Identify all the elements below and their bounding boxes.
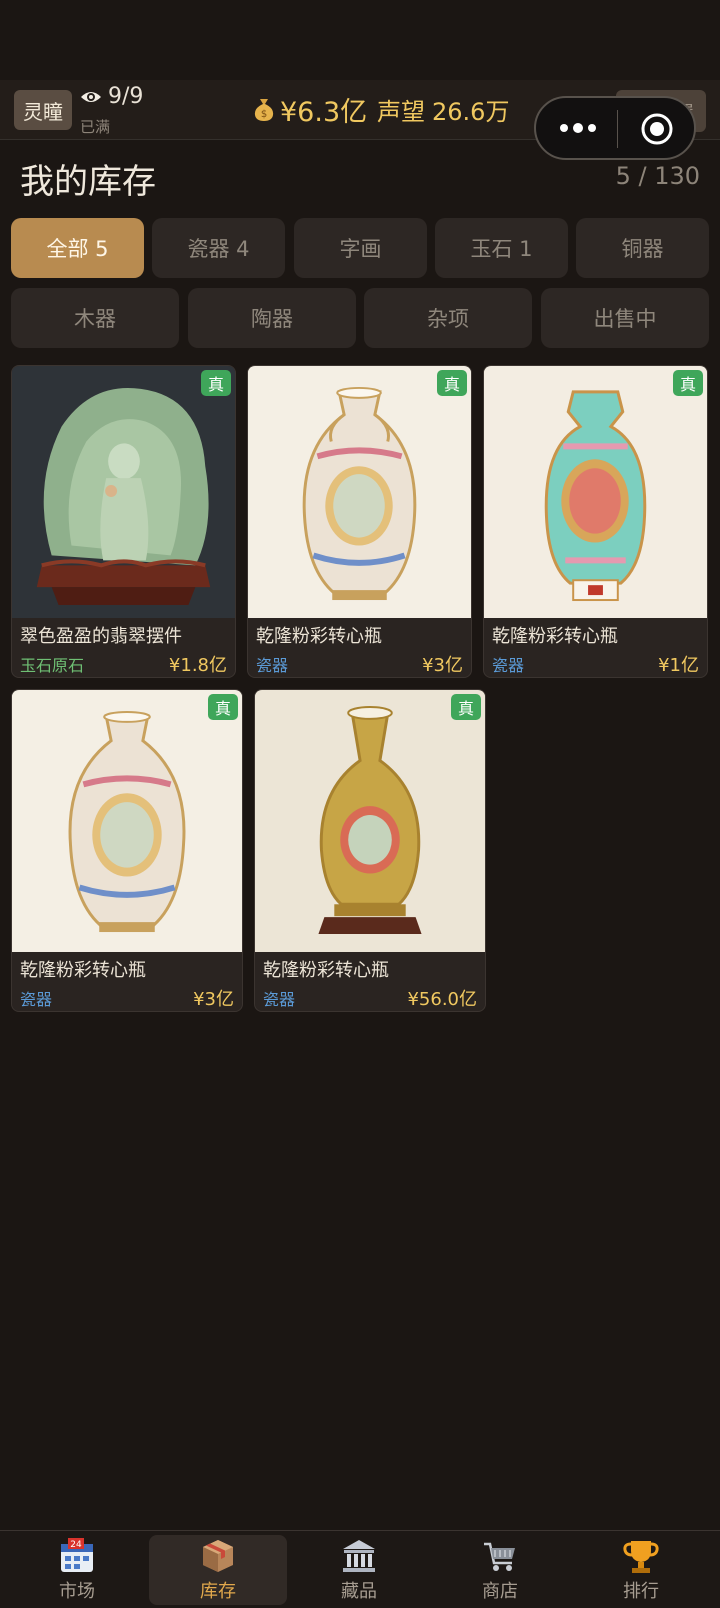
item-card[interactable]: 真 乾隆粉彩转心瓶 瓷器 ¥3亿 xyxy=(247,365,472,678)
reputation-value: 26.6万 xyxy=(432,98,510,126)
item-price: ¥3亿 xyxy=(422,655,463,676)
eye-count: 9/9 xyxy=(108,84,144,109)
filter-pottery[interactable]: 陶器 xyxy=(188,288,356,348)
item-card[interactable]: 真 乾隆粉彩转心瓶 瓷器 ¥1亿 xyxy=(483,365,708,678)
eye-status: 已满 xyxy=(80,118,111,136)
nav-inventory[interactable]: 库存 xyxy=(149,1535,287,1605)
nav-shop[interactable]: 商店 xyxy=(431,1535,569,1605)
item-category: 瓷器 xyxy=(20,990,53,1009)
capsule-divider xyxy=(617,110,618,148)
item-name: 乾隆粉彩转心瓶 xyxy=(256,626,382,647)
vase-image xyxy=(12,690,242,952)
item-price: ¥3亿 xyxy=(193,989,234,1010)
bottom-nav: 24 市场 库存 藏品 商店 排行 xyxy=(0,1530,720,1608)
authentic-badge: 真 xyxy=(451,694,481,720)
museum-icon xyxy=(343,1540,375,1572)
filter-misc[interactable]: 杂项 xyxy=(364,288,532,348)
authentic-badge: 真 xyxy=(673,370,703,396)
inventory-count: 5 / 130 xyxy=(615,162,700,190)
nav-shop-label: 商店 xyxy=(482,1581,518,1602)
page-title: 我的库存 xyxy=(20,162,156,202)
eye-skill-button[interactable]: 灵瞳 xyxy=(14,90,72,130)
item-name: 乾隆粉彩转心瓶 xyxy=(20,960,146,981)
item-name: 乾隆粉彩转心瓶 xyxy=(492,626,618,647)
filter-jade[interactable]: 玉石 1 xyxy=(435,218,568,278)
item-card[interactable]: 真 乾隆粉彩转心瓶 瓷器 ¥3亿 xyxy=(11,689,243,1012)
authentic-badge: 真 xyxy=(201,370,231,396)
item-category: 瓷器 xyxy=(256,656,289,675)
nav-inventory-label: 库存 xyxy=(200,1581,236,1602)
authentic-badge: 真 xyxy=(437,370,467,396)
item-name: 翠色盈盈的翡翠摆件 xyxy=(20,626,182,647)
close-target-icon[interactable] xyxy=(640,112,674,146)
trophy-icon xyxy=(623,1541,659,1573)
eye-icon xyxy=(81,92,101,102)
filter-wood[interactable]: 木器 xyxy=(11,288,179,348)
nav-market[interactable]: 24 市场 xyxy=(8,1535,146,1605)
status-bar-space xyxy=(0,0,720,80)
reputation-label: 声望 xyxy=(377,98,425,126)
miniprogram-capsule xyxy=(534,96,696,160)
item-card[interactable]: 真 翠色盈盈的翡翠摆件 玉石原石 ¥1.8亿 xyxy=(11,365,236,678)
money-bag-icon: $ xyxy=(254,99,274,121)
item-price: ¥1.8亿 xyxy=(168,655,227,676)
calendar-market-icon: 24 xyxy=(61,1538,93,1572)
nav-ranking[interactable]: 排行 xyxy=(572,1535,710,1605)
money-balance: ¥6.3亿 xyxy=(280,97,368,128)
nav-ranking-label: 排行 xyxy=(623,1581,659,1602)
vase-image xyxy=(248,366,471,618)
filter-all[interactable]: 全部 5 xyxy=(11,218,144,278)
item-name: 乾隆粉彩转心瓶 xyxy=(263,960,389,981)
filter-on-sale[interactable]: 出售中 xyxy=(541,288,709,348)
nav-collection[interactable]: 藏品 xyxy=(290,1535,428,1605)
jade-carving-image xyxy=(12,366,235,618)
item-price: ¥1亿 xyxy=(658,655,699,676)
nav-market-label: 市场 xyxy=(59,1581,95,1602)
item-category: 玉石原石 xyxy=(20,656,85,675)
vase-image xyxy=(255,690,485,952)
filter-bronze[interactable]: 铜器 xyxy=(576,218,709,278)
item-category: 瓷器 xyxy=(263,990,296,1009)
more-dots-icon[interactable] xyxy=(558,120,598,136)
calendar-day: 24 xyxy=(70,1540,82,1550)
filter-porcelain[interactable]: 瓷器 4 xyxy=(152,218,285,278)
item-price: ¥56.0亿 xyxy=(407,989,477,1010)
shopping-cart-icon xyxy=(484,1542,515,1571)
nav-collection-label: 藏品 xyxy=(341,1581,377,1602)
authentic-badge: 真 xyxy=(208,694,238,720)
filter-calligraphy[interactable]: 字画 xyxy=(294,218,427,278)
package-icon xyxy=(203,1540,233,1572)
item-card[interactable]: 真 乾隆粉彩转心瓶 瓷器 ¥56.0亿 xyxy=(254,689,486,1012)
vase-image xyxy=(484,366,707,618)
item-category: 瓷器 xyxy=(492,656,525,675)
svg-text:$: $ xyxy=(261,109,267,120)
